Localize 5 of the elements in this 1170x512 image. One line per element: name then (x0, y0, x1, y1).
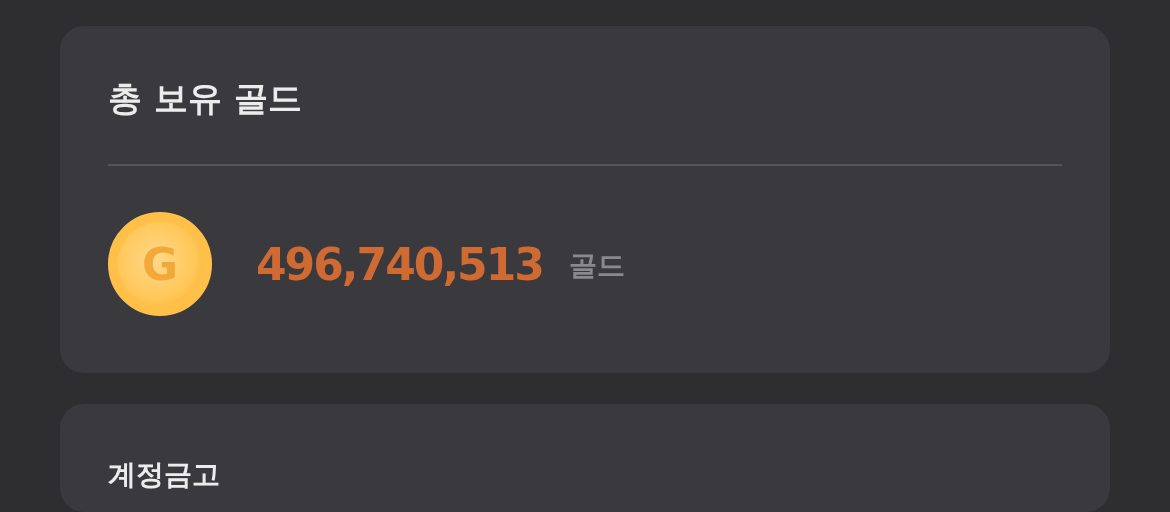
currency-unit: 골드 (568, 248, 625, 284)
coin-icon: G (108, 212, 212, 316)
card-title: 계정금고 (108, 457, 221, 493)
card-title: 총 보유 골드 (108, 77, 303, 120)
balance-amount: 496,740,513 (256, 238, 543, 290)
